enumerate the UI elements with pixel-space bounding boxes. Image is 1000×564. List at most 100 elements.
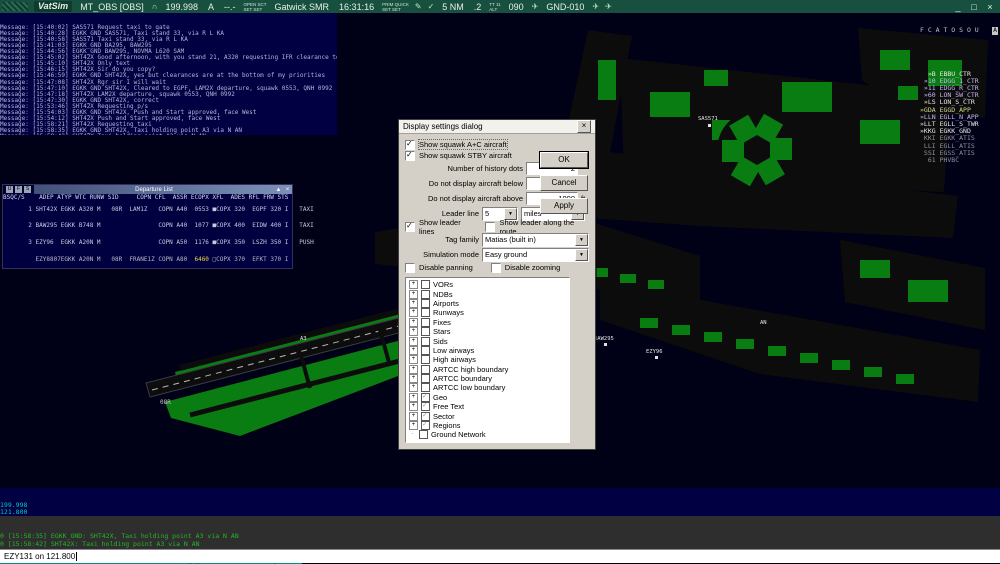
tree-item-checkbox[interactable]: ✓ xyxy=(421,421,430,430)
expand-icon[interactable]: + xyxy=(409,346,418,355)
ok-button[interactable]: OK xyxy=(540,152,588,168)
minimize-button[interactable]: _ xyxy=(952,2,964,12)
tree-item[interactable]: + Fixes xyxy=(409,318,569,327)
chat-channel-list[interactable]: 199.998121.800serverMessage xyxy=(0,488,1000,516)
tree-item-checkbox[interactable] xyxy=(421,355,430,364)
tree-item[interactable]: + Sids xyxy=(409,336,569,345)
expand-icon[interactable]: + xyxy=(409,308,418,317)
window-grip[interactable] xyxy=(2,2,28,11)
message-log[interactable]: Message: [15:40:02] SAS571 Request taxi … xyxy=(0,13,337,135)
dialog-close-icon[interactable]: × xyxy=(577,120,591,133)
expand-icon[interactable]: + xyxy=(409,374,418,383)
list-filter-button[interactable]: S xyxy=(24,186,31,193)
departure-row[interactable]: EZY8807EGKK A20N M 08R FRANE1Z COPN A80 … xyxy=(3,251,292,268)
aircraft-label[interactable]: EZY96 xyxy=(646,349,663,355)
tree-item[interactable]: - Ground Network xyxy=(409,430,569,439)
tree-item-checkbox[interactable] xyxy=(421,383,430,392)
sector-set-indicator[interactable]: OPEN SCT SET SET xyxy=(244,2,267,12)
list-filter-button[interactable]: U xyxy=(6,186,13,193)
tree-item-checkbox[interactable] xyxy=(421,365,430,374)
departure-row[interactable]: 3 EZY96 EGKK A20N M COPN A50 1176 ■COPX … xyxy=(3,235,292,252)
expand-icon[interactable]: + xyxy=(409,327,418,336)
tree-item[interactable]: + Airports xyxy=(409,299,569,308)
disable-panning-checkbox[interactable] xyxy=(405,263,415,273)
expand-icon[interactable]: + xyxy=(409,280,418,289)
tree-item-checkbox[interactable] xyxy=(421,337,430,346)
primary-frequency[interactable]: 199.998 xyxy=(163,2,200,12)
transponder-mode-button[interactable]: A xyxy=(206,2,216,12)
list-filter-button[interactable]: F xyxy=(15,186,22,193)
tree-item[interactable]: + ARTCC boundary xyxy=(409,374,569,383)
chat-channel-item[interactable]: 121.800 xyxy=(0,509,1000,516)
tag-family-select[interactable]: Matias (built in) ▼ xyxy=(482,233,589,247)
expand-icon[interactable]: + xyxy=(409,402,418,411)
display-items-tree[interactable]: + VORs + NDBs + Airports + Runways + Fix… xyxy=(405,277,570,443)
tree-item-checkbox[interactable] xyxy=(421,318,430,327)
collapse-icon[interactable]: ▲ xyxy=(274,187,283,193)
altitude-filter-value[interactable]: .2 xyxy=(472,2,484,12)
expand-icon[interactable]: + xyxy=(409,355,418,364)
heading-value[interactable]: 090 xyxy=(507,2,526,12)
assigned-squawk[interactable]: 1176 xyxy=(194,239,208,246)
show-leader-lines-checkbox[interactable] xyxy=(405,222,415,232)
active-display-name[interactable]: Gatwick SMR xyxy=(273,2,332,12)
departure-list-titlebar[interactable]: UFS Departure List ▲ × xyxy=(3,185,292,194)
expand-icon[interactable]: + xyxy=(409,290,418,299)
assigned-squawk[interactable]: 0553 xyxy=(194,206,208,213)
tree-item-checkbox[interactable] xyxy=(421,308,430,317)
aircraft-label[interactable]: A3 xyxy=(300,336,307,342)
chat-line[interactable]: 0 [15:58:42] SHT42X: Taxi holding point … xyxy=(0,540,200,548)
disable-zooming-checkbox[interactable] xyxy=(491,263,501,273)
tree-item[interactable]: + ✓ Geo xyxy=(409,393,569,402)
tree-item-checkbox[interactable] xyxy=(421,374,430,383)
expand-icon[interactable]: + xyxy=(409,421,418,430)
tree-item[interactable]: + High airways xyxy=(409,355,569,364)
cancel-button[interactable]: Cancel xyxy=(540,175,588,191)
assigned-squawk[interactable]: 6460 xyxy=(194,256,208,263)
departure-row[interactable]: 1 SHT42X EGKK A320 M 08R LAM1Z COPN A40 … xyxy=(3,201,292,218)
close-icon[interactable]: × xyxy=(283,187,292,193)
tree-item[interactable]: + ✓ Free Text xyxy=(409,402,569,411)
expand-icon[interactable]: - xyxy=(409,431,416,438)
expand-icon[interactable]: + xyxy=(409,299,418,308)
tree-item[interactable]: + ARTCC high boundary xyxy=(409,365,569,374)
prim-quick-set-indicator[interactable]: PRIM QUICK SET SET xyxy=(382,2,409,12)
tree-item[interactable]: + Low airways xyxy=(409,346,569,355)
tree-item[interactable]: + ✓ Regions xyxy=(409,421,569,430)
restore-button[interactable]: □ xyxy=(968,2,980,12)
departure-list-header[interactable]: BSQC/S ADEP ATYP WTC RUNW SID COPN CFL A… xyxy=(3,194,292,201)
headset-icon[interactable]: ∩ xyxy=(152,2,158,11)
controller-list-header[interactable]: F C A T O S O U A xyxy=(920,27,998,34)
tree-item-checkbox[interactable] xyxy=(419,430,428,439)
dialog-titlebar[interactable]: Display settings dialog × xyxy=(399,120,595,134)
command-input-value[interactable]: EZY131 on 121.800 xyxy=(4,552,75,561)
tree-item-checkbox[interactable] xyxy=(421,327,430,336)
chat-channel-item[interactable]: 199.998 xyxy=(0,502,1000,509)
tree-item-checkbox[interactable]: ✓ xyxy=(421,393,430,402)
chevron-down-icon[interactable]: ▼ xyxy=(575,249,588,261)
tree-item[interactable]: + ARTCC low boundary xyxy=(409,383,569,392)
expand-icon[interactable]: + xyxy=(409,318,418,327)
aircraft-label[interactable]: BAW295 xyxy=(594,336,614,342)
expand-icon[interactable]: + xyxy=(409,393,418,402)
departure-list-window[interactable]: UFS Departure List ▲ × BSQC/S ADEP ATYP … xyxy=(2,184,293,269)
tree-item[interactable]: + ✓ Sector xyxy=(409,411,569,420)
departure-row[interactable]: 2 BAW295 EGKK B748 M COPN A40 1077 ■COPX… xyxy=(3,218,292,235)
expand-icon[interactable]: + xyxy=(409,412,418,421)
tree-item-checkbox[interactable]: ✓ xyxy=(421,402,430,411)
arrival-plane-icon[interactable]: ✈ xyxy=(605,2,612,11)
assigned-squawk[interactable]: 1077 xyxy=(194,222,208,229)
departure-plane-icon[interactable]: ✈ xyxy=(592,2,599,11)
aircraft-label[interactable]: AN xyxy=(760,320,767,326)
sort-icon[interactable]: A xyxy=(992,27,998,34)
command-input-bar[interactable]: EZY131 on 121.800 xyxy=(0,549,1000,563)
tree-item[interactable]: + Stars xyxy=(409,327,569,336)
tree-item[interactable]: + VORs xyxy=(409,280,569,289)
show-squawk-ac-checkbox[interactable] xyxy=(405,140,415,150)
aircraft-label[interactable]: SAS571 xyxy=(698,116,718,122)
tree-item-checkbox[interactable] xyxy=(421,346,430,355)
tree-item-checkbox[interactable] xyxy=(421,280,430,289)
apply-button[interactable]: Apply xyxy=(540,198,588,214)
chat-history[interactable]: 0 [15:58:35] EGKK_GND: SHT42X, Taxi hold… xyxy=(0,516,1000,549)
simulation-mode-select[interactable]: Easy ground ▼ xyxy=(482,248,589,262)
